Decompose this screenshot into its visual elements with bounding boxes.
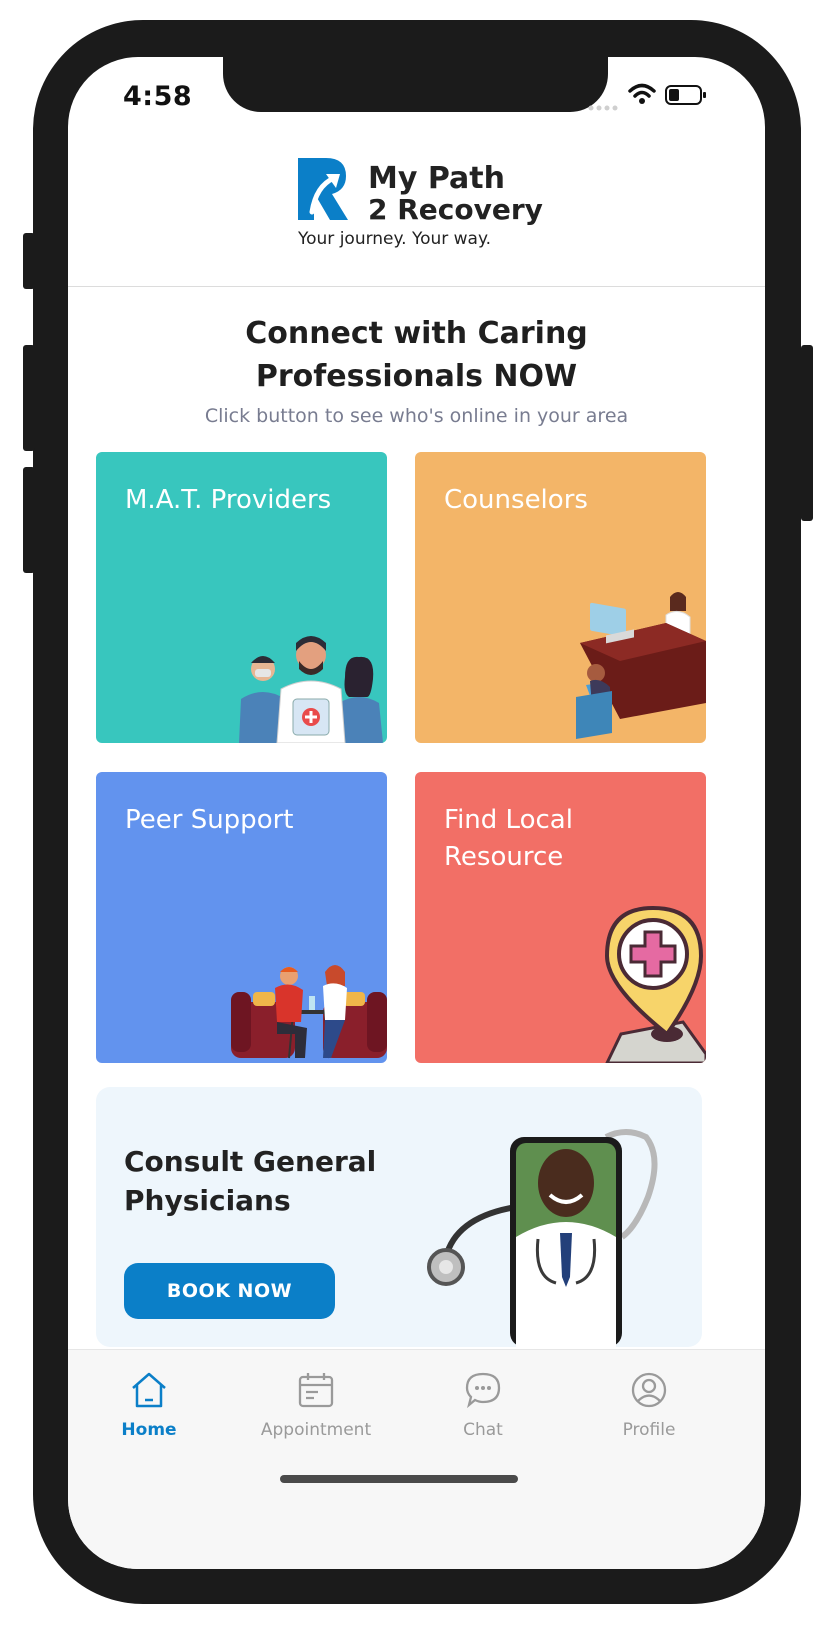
- hero-title: Connect with Caring Professionals NOW: [68, 312, 765, 398]
- card-title-line2: Resource: [444, 842, 564, 872]
- profile-icon: [631, 1372, 667, 1408]
- book-now-button[interactable]: BOOK NOW: [124, 1263, 335, 1319]
- consult-banner: Consult General Physicians BOOK NOW: [96, 1087, 702, 1347]
- consult-title-line2: Physicians: [124, 1184, 291, 1217]
- brand-name-line2: 2 Recovery: [368, 193, 543, 226]
- tab-appointment[interactable]: Appointment: [231, 1370, 401, 1440]
- tab-bar: Home Appointment Chat Profile: [68, 1349, 765, 1569]
- card-mat-providers[interactable]: M.A.T. Providers: [96, 452, 387, 743]
- tab-home[interactable]: Home: [68, 1370, 234, 1440]
- card-counselors[interactable]: Counselors: [415, 452, 706, 743]
- chat-icon: [465, 1372, 501, 1409]
- counselor-desk-illustration-icon: [576, 592, 706, 739]
- hero-title-line1: Connect with Caring: [245, 316, 588, 351]
- tab-label: Profile: [622, 1420, 676, 1440]
- peer-support-illustration-icon: [231, 965, 387, 1059]
- card-title-line1: Find Local: [444, 805, 573, 835]
- volume-down-button: [23, 467, 35, 573]
- power-button: [801, 345, 813, 521]
- home-icon: [132, 1372, 166, 1408]
- doctor-phone-illustration-icon: [427, 1129, 658, 1347]
- signal-icon: [588, 97, 620, 116]
- wifi-icon: [628, 83, 656, 109]
- card-title: Peer Support: [125, 805, 294, 835]
- card-peer-support[interactable]: Peer Support: [96, 772, 387, 1063]
- doctors-illustration-icon: [239, 636, 383, 743]
- logo-icon: [298, 158, 348, 224]
- status-time: 4:58: [123, 81, 193, 112]
- header-divider: [68, 286, 765, 287]
- tab-chat[interactable]: Chat: [398, 1370, 568, 1440]
- tab-label: Chat: [463, 1420, 503, 1440]
- brand-name-line1: My Path: [368, 161, 505, 196]
- location-pin-icon: [604, 905, 706, 1063]
- consult-title: Consult General Physicians: [124, 1142, 424, 1220]
- card-title: Find Local Resource: [444, 802, 573, 876]
- card-title: M.A.T. Providers: [125, 485, 332, 515]
- tab-profile[interactable]: Profile: [564, 1370, 734, 1440]
- card-find-local-resource[interactable]: Find Local Resource: [415, 772, 706, 1063]
- app-screen: 4:58 My Path 2 Recovery Your journey. Yo…: [68, 57, 765, 1569]
- tab-label: Appointment: [260, 1420, 372, 1440]
- home-indicator[interactable]: [280, 1475, 518, 1483]
- battery-icon: [665, 85, 707, 109]
- hero-subtitle: Click button to see who's online in your…: [204, 405, 629, 427]
- brand-tagline: Your journey. Your way.: [298, 229, 492, 249]
- mute-switch: [23, 233, 35, 289]
- volume-up-button: [23, 345, 35, 451]
- hero-title-line2: Professionals NOW: [255, 359, 578, 394]
- card-title: Counselors: [444, 485, 588, 515]
- calendar-icon: [298, 1373, 334, 1408]
- notch: [223, 57, 608, 112]
- consult-title-line1: Consult General: [124, 1145, 377, 1178]
- tab-label: Home: [121, 1420, 177, 1440]
